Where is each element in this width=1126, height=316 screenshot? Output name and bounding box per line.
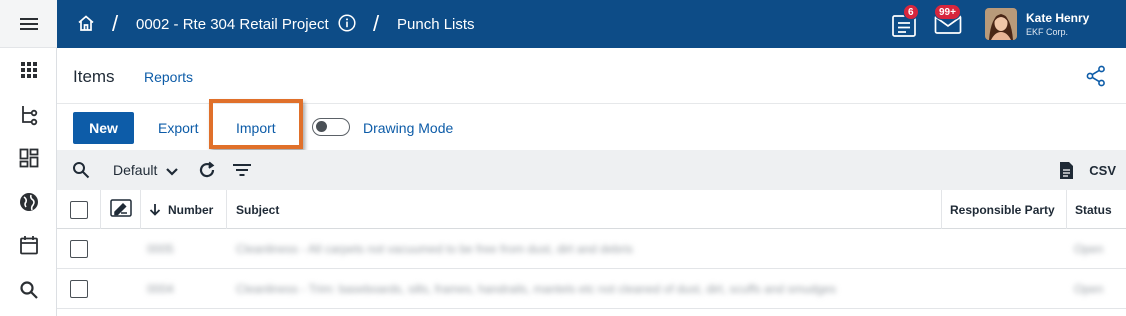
user-company: EKF Corp. xyxy=(1026,27,1069,37)
refresh-icon[interactable] xyxy=(198,161,216,184)
column-label-subject: Subject xyxy=(236,202,280,217)
title-row: Items Reports xyxy=(57,48,1126,104)
view-select[interactable]: Default xyxy=(113,162,157,178)
info-icon[interactable] xyxy=(338,14,356,37)
dashboard-icon[interactable] xyxy=(0,138,57,178)
row-number[interactable]: 0005 xyxy=(147,229,217,269)
column-label-status: Status xyxy=(1075,202,1112,217)
filter-icon[interactable] xyxy=(233,163,251,182)
edit-note-icon[interactable] xyxy=(109,199,132,220)
column-header-status[interactable]: Status xyxy=(1067,190,1126,229)
user-name[interactable]: Kate Henry xyxy=(1026,11,1089,25)
share-icon[interactable] xyxy=(1086,65,1106,92)
row-select-cell xyxy=(57,229,101,269)
column-header-number[interactable]: Number xyxy=(141,190,227,229)
row-checkbox[interactable] xyxy=(70,240,88,258)
table-header: Number Subject Responsible Party Status xyxy=(57,190,1126,229)
new-button[interactable]: New xyxy=(73,112,134,144)
row-subject[interactable]: Cleanliness - All carpets not vacuumed t… xyxy=(236,229,936,269)
csv-file-icon[interactable] xyxy=(1059,161,1074,185)
left-rail xyxy=(0,0,57,316)
notifications-badge: 6 xyxy=(903,4,919,20)
breadcrumb-separator: / xyxy=(112,11,119,36)
select-all-checkbox[interactable] xyxy=(69,200,88,219)
search-icon[interactable] xyxy=(0,270,57,310)
toggle-knob xyxy=(316,121,327,132)
import-highlight-box xyxy=(209,99,303,149)
column-header-responsible-party[interactable]: Responsible Party xyxy=(942,190,1067,229)
sort-arrow-down-icon xyxy=(149,203,161,216)
top-header: / 0002 - Rte 304 Retail Project / Punch … xyxy=(57,0,1126,48)
mail-badge: 99+ xyxy=(934,4,961,20)
column-label-number: Number xyxy=(168,202,214,217)
calendar-icon[interactable] xyxy=(0,225,57,265)
globe-icon[interactable] xyxy=(0,182,57,222)
row-responsible-party xyxy=(950,269,1060,309)
chevron-down-icon[interactable] xyxy=(165,164,179,182)
breadcrumb-project[interactable]: 0002 - Rte 304 Retail Project xyxy=(136,16,329,33)
page-title: Items xyxy=(73,67,115,86)
export-button[interactable]: Export xyxy=(158,120,198,136)
row-select-cell xyxy=(57,269,101,309)
grid-toolbar: Default CSV xyxy=(57,150,1126,190)
hamburger-menu-icon[interactable] xyxy=(0,0,57,48)
column-header-subject[interactable]: Subject xyxy=(227,190,942,229)
action-row: New Export Import Drawing Mode xyxy=(57,99,1126,150)
table-row[interactable]: 0004 Cleanliness - Trim: baseboards, sil… xyxy=(57,269,1126,309)
row-subject[interactable]: Cleanliness - Trim: baseboards, sills, f… xyxy=(236,269,936,309)
home-icon[interactable] xyxy=(77,14,95,37)
edit-column-header xyxy=(101,190,141,229)
drawing-mode-label[interactable]: Drawing Mode xyxy=(363,120,453,136)
tab-reports[interactable]: Reports xyxy=(144,69,193,85)
column-label-responsible-party: Responsible Party xyxy=(950,202,1055,217)
apps-grid-icon[interactable] xyxy=(0,50,57,90)
avatar[interactable] xyxy=(985,8,1017,40)
breadcrumb-separator: / xyxy=(373,11,380,36)
breadcrumb-page[interactable]: Punch Lists xyxy=(397,16,475,33)
row-status: Open xyxy=(1074,282,1104,296)
search-icon[interactable] xyxy=(72,161,90,184)
select-all-cell xyxy=(57,190,101,229)
row-responsible-party xyxy=(950,229,1060,269)
row-number[interactable]: 0004 xyxy=(147,269,217,309)
row-checkbox[interactable] xyxy=(70,280,88,298)
drawing-mode-toggle[interactable] xyxy=(312,118,350,136)
hierarchy-tree-icon[interactable] xyxy=(0,95,57,135)
csv-export-button[interactable]: CSV xyxy=(1089,163,1116,178)
table-row[interactable]: 0005 Cleanliness - All carpets not vacuu… xyxy=(57,229,1126,269)
row-status: Open xyxy=(1074,242,1104,256)
